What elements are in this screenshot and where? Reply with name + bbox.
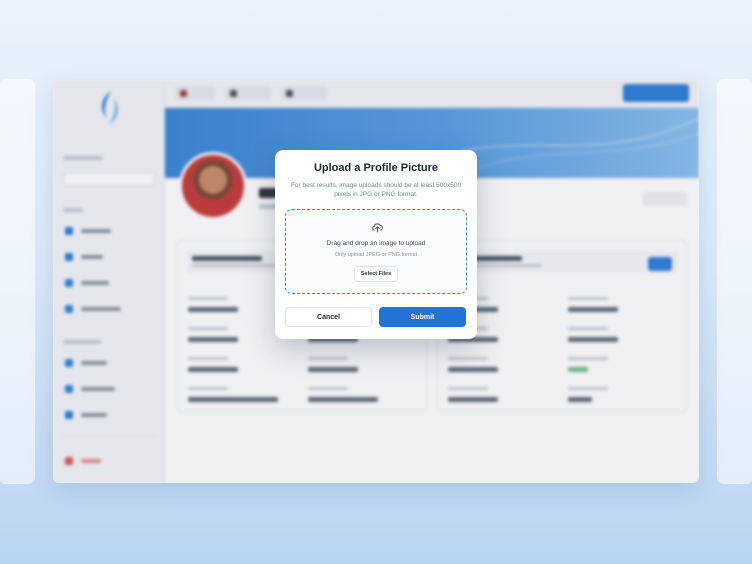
image-dropzone[interactable]: Drag and drop an image to upload Only up…	[285, 209, 467, 294]
dialog-description: For best results, image uploads should b…	[290, 182, 462, 198]
dialog-title: Upload a Profile Picture	[313, 162, 439, 174]
background-panel-left	[0, 80, 34, 483]
cancel-button[interactable]: Cancel	[285, 307, 372, 327]
submit-button[interactable]: Submit	[379, 307, 466, 327]
upload-profile-picture-dialog: Upload a Profile Picture For best result…	[275, 150, 477, 339]
background-panel-right	[718, 80, 752, 483]
upload-cloud-icon	[372, 223, 383, 233]
dropzone-format-hint: Only upload JPEG or PNG format	[334, 252, 418, 258]
dropzone-instruction: Drag and drop an image to upload	[326, 240, 426, 247]
select-files-button[interactable]: Select Files	[354, 266, 398, 282]
